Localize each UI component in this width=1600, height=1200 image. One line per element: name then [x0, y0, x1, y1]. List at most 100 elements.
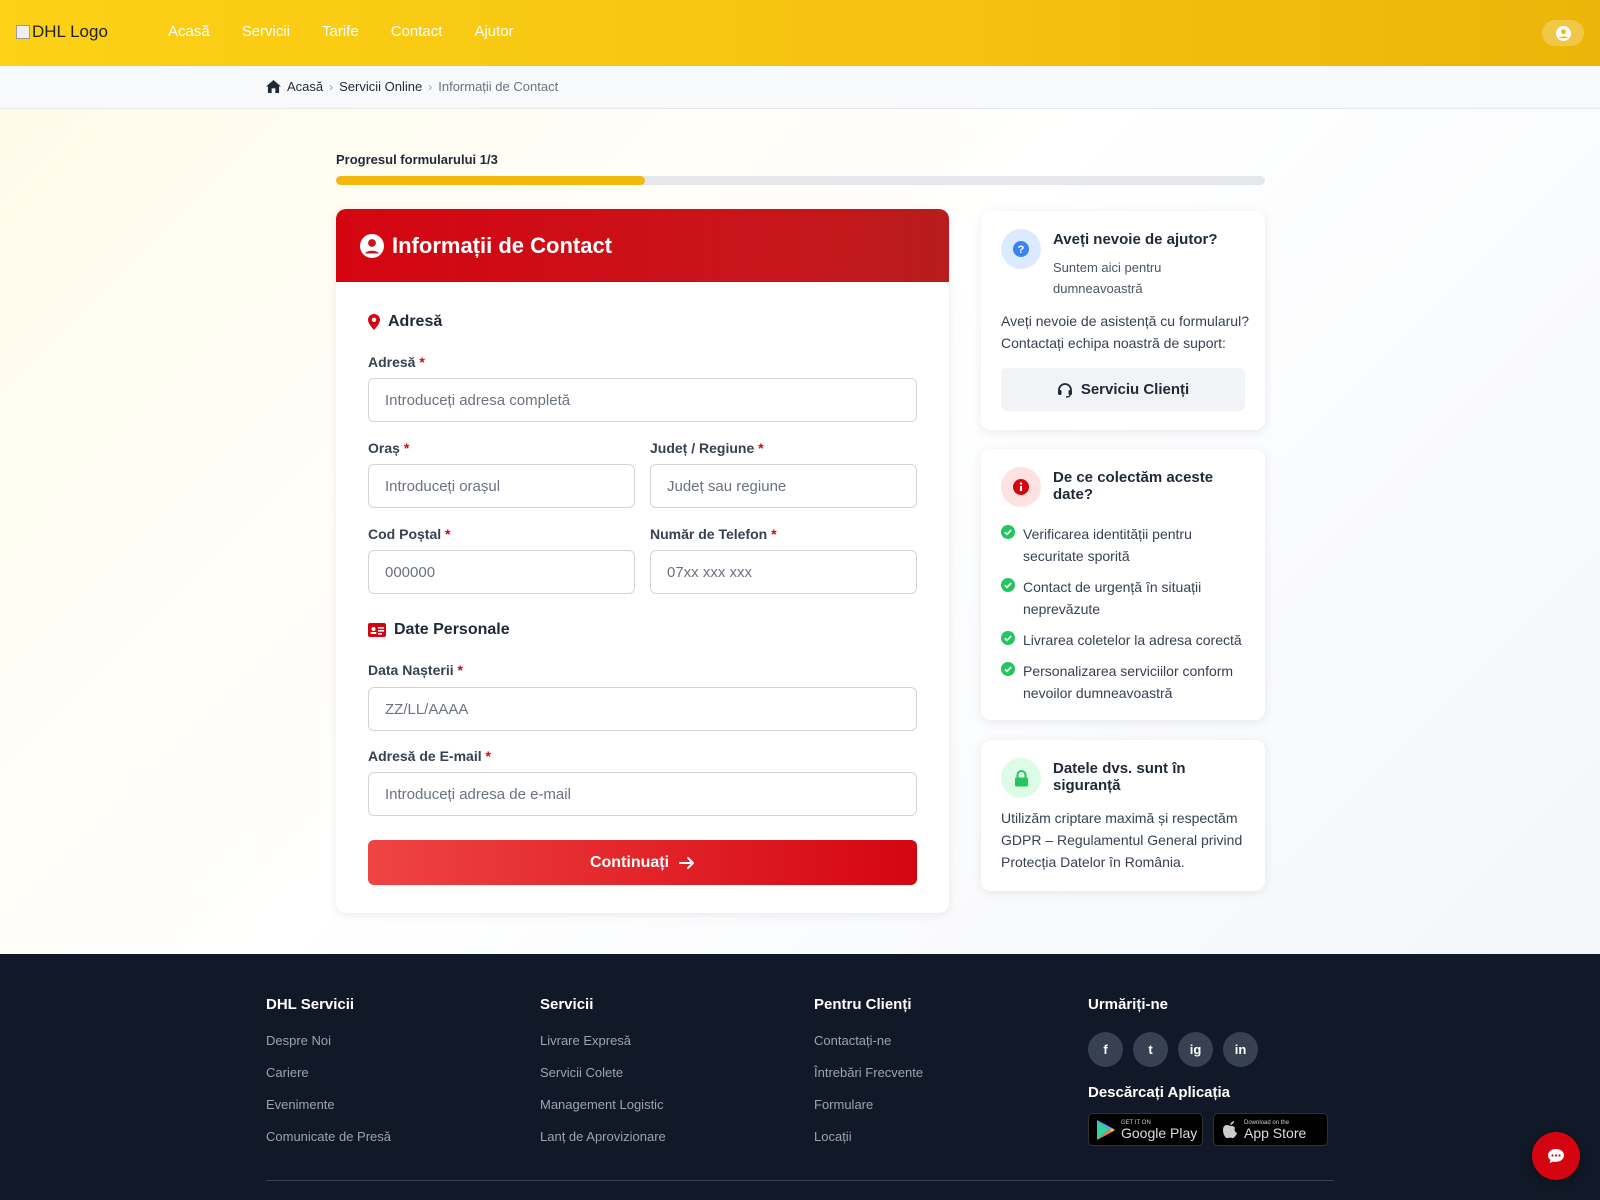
check-circle-icon	[1001, 578, 1015, 592]
list-item: Contact de urgență în situații neprevăzu…	[1001, 576, 1251, 620]
nav-link-contact[interactable]: Contact	[391, 23, 443, 40]
birthdate-input[interactable]	[368, 687, 917, 731]
instagram-icon[interactable]: ig	[1178, 1032, 1213, 1067]
nav-link-tarife[interactable]: Tarife	[322, 23, 359, 40]
footer-link[interactable]: Formulare	[814, 1097, 923, 1112]
nav-link-servicii[interactable]: Servicii	[242, 23, 290, 40]
facebook-icon[interactable]: f	[1088, 1032, 1123, 1067]
help-title: Aveți nevoie de ajutor?	[1053, 231, 1218, 248]
progress-label: Progresul formularului 1/3	[336, 152, 498, 167]
email-input[interactable]	[368, 772, 917, 816]
user-circle-icon	[360, 233, 384, 258]
footer-link[interactable]: Servicii Colete	[540, 1065, 666, 1080]
footer-link[interactable]: Contactați-ne	[814, 1033, 923, 1048]
list-item: Personalizarea serviciilor conform nevoi…	[1001, 660, 1251, 704]
chat-bubble-icon	[1548, 1149, 1564, 1163]
required-marker: *	[485, 748, 491, 764]
footer-link[interactable]: Despre Noi	[266, 1033, 391, 1048]
footer-link[interactable]: Întrebări Frecvente	[814, 1065, 923, 1080]
postal-code-label: Cod Poștal *	[368, 526, 450, 542]
city-label-text: Oraș	[368, 440, 400, 456]
list-item: Livrarea coletelor la adresa corectă	[1001, 629, 1251, 651]
footer-link[interactable]: Livrare Expresă	[540, 1033, 666, 1048]
home-icon[interactable]	[266, 80, 281, 93]
question-circle-icon: ?	[1013, 241, 1029, 257]
twitter-icon[interactable]: t	[1133, 1032, 1168, 1067]
app-store-badge[interactable]: Download on the App Store	[1213, 1113, 1328, 1146]
headset-icon	[1057, 382, 1072, 398]
user-account-button[interactable]	[1542, 20, 1584, 46]
check-circle-icon	[1001, 662, 1015, 676]
user-circle-icon	[1555, 25, 1571, 41]
main-nav: Acasă Servicii Tarife Contact Ajutor	[168, 23, 514, 40]
required-marker: *	[403, 440, 410, 456]
footer-link[interactable]: Cariere	[266, 1065, 391, 1080]
birthdate-label-text: Data Nașterii	[368, 662, 454, 678]
footer-column-dhl: DHL Servicii Despre Noi Cariere Evenimen…	[266, 996, 391, 1161]
customer-service-button[interactable]: Serviciu Clienți	[1001, 368, 1245, 411]
lock-icon-circle	[1001, 758, 1041, 798]
footer-link[interactable]: Locații	[814, 1129, 923, 1144]
dhl-logo[interactable]: DHL Logo	[16, 22, 108, 42]
personal-section-title: Date Personale	[368, 621, 510, 639]
footer-column-services: Servicii Livrare Expresă Servicii Colete…	[540, 996, 666, 1161]
phone-input[interactable]	[650, 550, 917, 594]
required-marker: *	[419, 354, 425, 370]
progress-bar	[336, 176, 1265, 185]
reasons-list: Verificarea identității pentru securitat…	[1001, 523, 1251, 713]
county-label-text: Județ / Regiune	[650, 440, 755, 456]
google-play-badge[interactable]: GET IT ON Google Play	[1088, 1113, 1203, 1146]
footer-link[interactable]: Evenimente	[266, 1097, 391, 1112]
social-links: f t ig in	[1088, 1032, 1258, 1067]
info-icon-circle	[1001, 467, 1041, 507]
lock-icon	[1014, 769, 1028, 786]
security-title: Datele dvs. sunt în siguranță	[1053, 760, 1186, 794]
check-circle-icon	[1001, 631, 1015, 645]
address-label: Adresă *	[368, 354, 425, 370]
city-input[interactable]	[368, 464, 635, 508]
help-subtitle: Suntem aici pentru dumneavoastră	[1053, 260, 1162, 296]
postal-code-input[interactable]	[368, 550, 635, 594]
contact-form-card: Informații de Contact Adresă Adresă * Or…	[336, 209, 949, 913]
reason-text: Personalizarea serviciilor conform nevoi…	[1023, 663, 1234, 701]
footer-divider	[266, 1180, 1334, 1181]
required-marker: *	[771, 526, 777, 542]
app-badges: GET IT ON Google Play Download on the Ap…	[1088, 1113, 1328, 1146]
logo-alt-text: DHL Logo	[32, 22, 108, 41]
county-label: Județ / Regiune *	[650, 440, 764, 456]
address-input[interactable]	[368, 378, 917, 422]
app-download-title: Descărcați Aplicația	[1088, 1084, 1231, 1101]
chat-button[interactable]	[1532, 1132, 1580, 1180]
address-label-text: Adresă	[368, 354, 416, 370]
help-card: ? Aveți nevoie de ajutor? Suntem aici pe…	[981, 211, 1265, 430]
info-circle-icon	[1013, 479, 1029, 495]
google-play-text: Google Play	[1121, 1124, 1198, 1141]
customer-service-label: Serviciu Clienți	[1080, 381, 1190, 398]
breadcrumb-home[interactable]: Acasă	[287, 79, 323, 94]
reason-text: Verificarea identității pentru securitat…	[1023, 526, 1192, 564]
continue-button[interactable]: Continuați	[368, 840, 917, 885]
reason-text: Contact de urgență în situații neprevăzu…	[1023, 579, 1202, 617]
breadcrumb: Acasă › Servicii Online › Informații de …	[266, 79, 558, 94]
personal-section-label: Date Personale	[394, 621, 510, 638]
footer-link[interactable]: Lanț de Aprovizionare	[540, 1129, 666, 1144]
email-label-text: Adresă de E-mail	[368, 748, 482, 764]
map-pin-icon	[368, 314, 380, 330]
required-marker: *	[758, 440, 764, 456]
footer-column-title: DHL Servicii	[266, 996, 355, 1013]
breadcrumb-section[interactable]: Servicii Online	[339, 79, 422, 94]
google-play-icon	[1097, 1119, 1115, 1140]
footer-column-follow: Urmăriți-ne	[1088, 996, 1168, 1033]
nav-link-ajutor[interactable]: Ajutor	[474, 23, 513, 40]
birthdate-label: Data Nașterii *	[368, 662, 463, 678]
why-title: De ce colectăm aceste date?	[1053, 469, 1214, 503]
nav-link-acasa[interactable]: Acasă	[168, 23, 210, 40]
footer-link[interactable]: Comunicate de Presă	[266, 1129, 391, 1144]
apple-icon	[1223, 1121, 1237, 1139]
county-input[interactable]	[650, 464, 917, 508]
footer-column-clients: Pentru Clienți Contactați-ne Întrebări F…	[814, 996, 923, 1161]
footer-link[interactable]: Management Logistic	[540, 1097, 666, 1112]
linkedin-icon[interactable]: in	[1223, 1032, 1258, 1067]
city-label: Oraș *	[368, 440, 409, 456]
help-icon-circle: ?	[1001, 229, 1041, 269]
